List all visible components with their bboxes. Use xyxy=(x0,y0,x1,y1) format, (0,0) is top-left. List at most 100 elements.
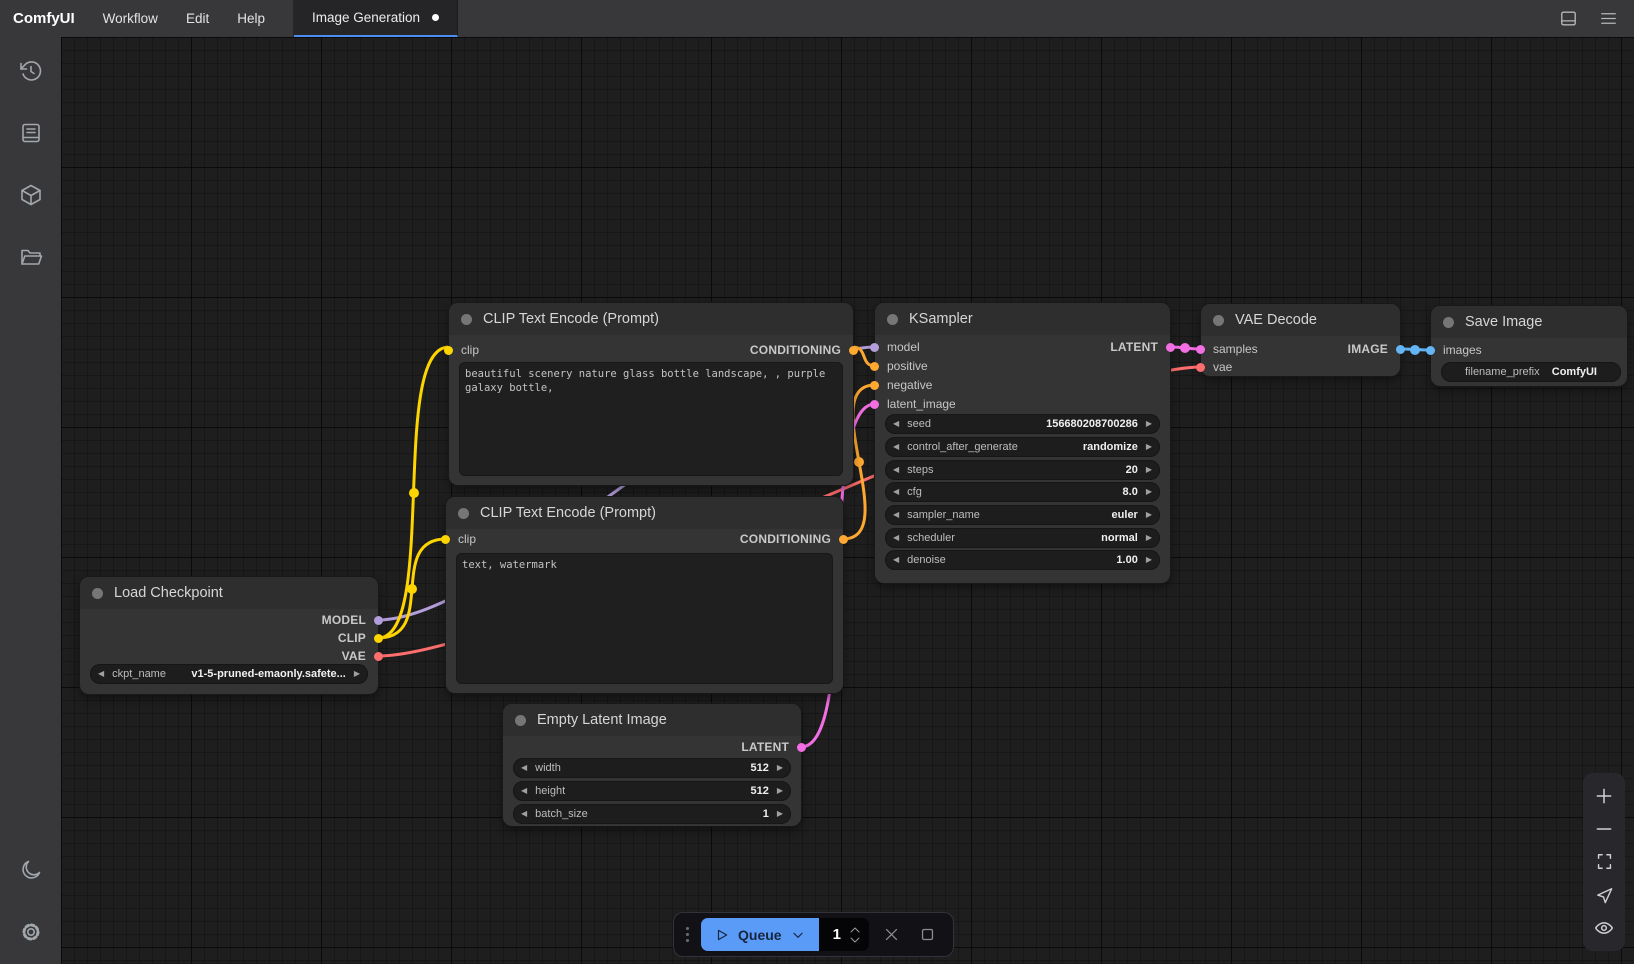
batch-count-value[interactable]: 1 xyxy=(833,926,841,943)
gear-icon xyxy=(19,920,43,944)
widget-sampler-name[interactable]: ◀ sampler_name euler ▶ xyxy=(885,505,1160,525)
node-clip-text-encode-positive[interactable]: CLIP Text Encode (Prompt) clip CONDITION… xyxy=(449,303,853,485)
widget-prev-icon[interactable]: ◀ xyxy=(521,810,527,818)
node-save-image[interactable]: Save Image images filename_prefix ComfyU… xyxy=(1431,306,1627,386)
node-status-dot xyxy=(1213,315,1224,326)
widget-prev-icon[interactable]: ◀ xyxy=(521,764,527,772)
node-title-bar[interactable]: Empty Latent Image xyxy=(503,704,801,736)
node-clip-text-encode-negative[interactable]: CLIP Text Encode (Prompt) clip CONDITION… xyxy=(446,497,843,693)
output-port-dot[interactable] xyxy=(849,346,858,355)
node-title-bar[interactable]: VAE Decode xyxy=(1201,304,1400,336)
input-port-dot[interactable] xyxy=(444,346,453,355)
main-menu-button[interactable] xyxy=(1592,4,1624,34)
node-load-checkpoint[interactable]: Load Checkpoint MODEL CLIP VAE ◀ ckpt_na… xyxy=(80,577,378,694)
bottom-panel-toggle-button[interactable] xyxy=(1552,4,1584,34)
stepper-down-icon[interactable] xyxy=(849,936,861,944)
queue-button[interactable]: Queue xyxy=(701,918,819,951)
sidebar-workflows-button[interactable] xyxy=(9,235,53,279)
widget-filename-prefix[interactable]: filename_prefix ComfyUI xyxy=(1441,362,1621,382)
widget-next-icon[interactable]: ▶ xyxy=(1146,556,1152,564)
stepper-up-icon[interactable] xyxy=(849,926,861,934)
widget-seed[interactable]: ◀ seed 156680208700286 ▶ xyxy=(885,414,1160,434)
widget-prev-icon[interactable]: ◀ xyxy=(893,466,899,474)
widget-ckpt-name[interactable]: ◀ ckpt_name v1-5-pruned-emaonly.safete..… xyxy=(90,664,368,684)
toggle-link-visibility-button[interactable] xyxy=(1589,914,1619,942)
sidebar-history-button[interactable] xyxy=(9,49,53,93)
drag-handle[interactable] xyxy=(686,927,689,942)
batch-size-box[interactable]: 1 xyxy=(819,918,869,951)
widget-next-icon[interactable]: ▶ xyxy=(354,670,360,678)
menu-help[interactable]: Help xyxy=(223,0,279,37)
widget-control-after-generate[interactable]: ◀ control_after_generate randomize ▶ xyxy=(885,437,1160,457)
widget-batch-size[interactable]: ◀ batch_size 1 ▶ xyxy=(513,804,791,824)
workflow-canvas[interactable] xyxy=(61,37,1634,964)
output-port-dot[interactable] xyxy=(1166,343,1175,352)
prompt-textarea[interactable]: beautiful scenery nature glass bottle la… xyxy=(459,362,843,476)
prompt-textarea[interactable]: text, watermark xyxy=(456,553,833,684)
input-model: model xyxy=(870,338,920,356)
output-port-dot[interactable] xyxy=(839,535,848,544)
widget-prev-icon[interactable]: ◀ xyxy=(893,443,899,451)
input-port-dot[interactable] xyxy=(870,400,879,409)
widget-cfg[interactable]: ◀ cfg 8.0 ▶ xyxy=(885,482,1160,502)
theme-toggle-button[interactable] xyxy=(9,848,53,892)
widget-next-icon[interactable]: ▶ xyxy=(1146,511,1152,519)
widget-next-icon[interactable]: ▶ xyxy=(1146,443,1152,451)
open-folder-icon xyxy=(19,245,43,269)
node-title-bar[interactable]: Save Image xyxy=(1431,306,1627,338)
input-port-dot[interactable] xyxy=(1196,345,1205,354)
input-port-dot[interactable] xyxy=(441,535,450,544)
widget-next-icon[interactable]: ▶ xyxy=(1146,420,1152,428)
widget-prev-icon[interactable]: ◀ xyxy=(893,488,899,496)
zoom-out-button[interactable] xyxy=(1589,815,1619,843)
settings-button[interactable] xyxy=(9,910,53,954)
widget-next-icon[interactable]: ▶ xyxy=(1146,488,1152,496)
widget-prev-icon[interactable]: ◀ xyxy=(893,420,899,428)
clear-queue-button[interactable] xyxy=(879,922,905,948)
input-port-dot[interactable] xyxy=(870,362,879,371)
widget-height[interactable]: ◀ height 512 ▶ xyxy=(513,781,791,801)
sidebar-queue-button[interactable] xyxy=(9,111,53,155)
widget-width[interactable]: ◀ width 512 ▶ xyxy=(513,758,791,778)
widget-prev-icon[interactable]: ◀ xyxy=(893,511,899,519)
node-status-dot xyxy=(1443,317,1454,328)
menu-edit[interactable]: Edit xyxy=(172,0,223,37)
pan-mode-button[interactable] xyxy=(1589,881,1619,909)
stop-button[interactable] xyxy=(915,922,941,948)
widget-next-icon[interactable]: ▶ xyxy=(1146,466,1152,474)
sidebar-models-button[interactable] xyxy=(9,173,53,217)
node-vae-decode[interactable]: VAE Decode samples vae IMAGE xyxy=(1201,304,1400,376)
widget-denoise[interactable]: ◀ denoise 1.00 ▶ xyxy=(885,550,1160,570)
output-port-dot[interactable] xyxy=(374,652,383,661)
widget-next-icon[interactable]: ▶ xyxy=(1146,534,1152,542)
node-title-bar[interactable]: Load Checkpoint xyxy=(80,577,378,609)
input-port-dot[interactable] xyxy=(870,343,879,352)
input-port-dot[interactable] xyxy=(1426,346,1435,355)
widget-next-icon[interactable]: ▶ xyxy=(777,810,783,818)
widget-prev-icon[interactable]: ◀ xyxy=(98,670,104,678)
widget-prev-icon[interactable]: ◀ xyxy=(521,787,527,795)
fit-view-button[interactable] xyxy=(1589,848,1619,876)
chevron-down-icon[interactable] xyxy=(791,928,805,942)
close-icon xyxy=(883,926,900,943)
node-title-bar[interactable]: CLIP Text Encode (Prompt) xyxy=(449,303,853,335)
node-title-bar[interactable]: CLIP Text Encode (Prompt) xyxy=(446,497,843,529)
output-port-dot[interactable] xyxy=(374,634,383,643)
node-ksampler[interactable]: KSampler model positive negative latent_… xyxy=(875,303,1170,583)
tab-image-generation[interactable]: Image Generation xyxy=(294,0,458,37)
input-port-dot[interactable] xyxy=(1196,363,1205,372)
output-port-dot[interactable] xyxy=(374,616,383,625)
widget-next-icon[interactable]: ▶ xyxy=(777,787,783,795)
output-port-dot[interactable] xyxy=(797,743,806,752)
zoom-in-button[interactable] xyxy=(1589,782,1619,810)
widget-steps[interactable]: ◀ steps 20 ▶ xyxy=(885,460,1160,480)
widget-next-icon[interactable]: ▶ xyxy=(777,764,783,772)
node-empty-latent-image[interactable]: Empty Latent Image LATENT ◀ width 512 ▶ … xyxy=(503,704,801,826)
menu-workflow[interactable]: Workflow xyxy=(89,0,172,37)
node-title-bar[interactable]: KSampler xyxy=(875,303,1170,335)
output-port-dot[interactable] xyxy=(1396,345,1405,354)
input-port-dot[interactable] xyxy=(870,381,879,390)
widget-prev-icon[interactable]: ◀ xyxy=(893,556,899,564)
widget-prev-icon[interactable]: ◀ xyxy=(893,534,899,542)
widget-scheduler[interactable]: ◀ scheduler normal ▶ xyxy=(885,528,1160,548)
